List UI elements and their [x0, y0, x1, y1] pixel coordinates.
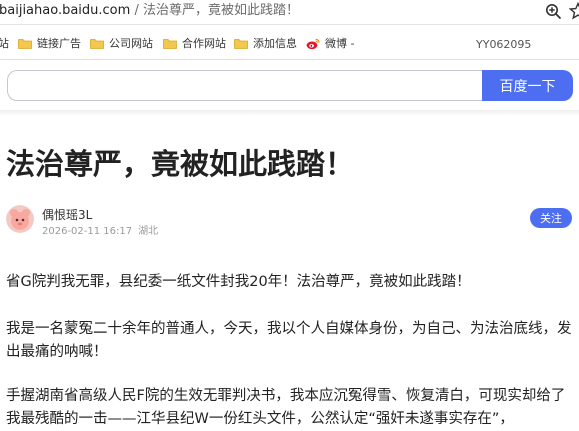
article-meta: 2026-02-11 16:17 湖北	[42, 222, 158, 237]
folder-icon	[18, 38, 32, 49]
search-input[interactable]	[7, 70, 483, 101]
author-name[interactable]: 偶恨瑶3L	[42, 206, 92, 223]
url-text[interactable]: baijiahao.baidu.com / 法治尊严，竟被如此践踏！	[0, 3, 299, 19]
bookmark-item[interactable]: 微博 -	[306, 35, 354, 51]
url-host: baijiahao.baidu.com	[0, 3, 131, 18]
star-icon[interactable]	[569, 2, 579, 20]
avatar-image	[6, 205, 34, 233]
bookmark-item[interactable]: 公司网站	[90, 35, 153, 51]
bookmark-label: 公司网站	[109, 37, 153, 50]
publish-datetime: 2026-02-11 16:17	[42, 226, 133, 237]
weibo-icon	[306, 38, 320, 49]
bookmarks-bar: 站 链接广告 公司网站 合作网站 添加信息 微博 - YY062095	[0, 25, 579, 60]
search-button[interactable]: 百度一下	[482, 70, 573, 101]
zoom-icon[interactable]	[545, 3, 562, 20]
bookmark-label: 链接广告	[37, 37, 81, 50]
article-paragraph: 手握湖南省高级人民F院的生效无罪判决书，我本应沉冤得雪、恢复清白，可现实却给了我…	[6, 388, 566, 427]
folder-icon	[90, 38, 104, 49]
bookmark-label: 站	[0, 37, 9, 50]
address-bar[interactable]: baijiahao.baidu.com / 法治尊严，竟被如此践踏！	[0, 0, 579, 25]
url-path: 法治尊严，竟被如此践踏！	[142, 3, 299, 18]
bookmark-label: 添加信息	[253, 37, 297, 50]
header-divider	[0, 110, 579, 116]
bookmark-item[interactable]: 合作网站	[163, 35, 226, 51]
folder-icon	[163, 38, 177, 49]
avatar[interactable]	[6, 205, 34, 233]
bookmark-item[interactable]: 站	[0, 35, 9, 51]
bookmark-label: 合作网站	[182, 37, 226, 50]
publish-region: 湖北	[138, 226, 159, 237]
follow-button[interactable]: 关注	[530, 208, 572, 228]
folder-icon	[234, 38, 248, 49]
article-title: 法治尊严，竟被如此践踏！	[6, 147, 355, 181]
url-separator: /	[134, 3, 139, 18]
article-paragraph: 我是一名蒙冤二十余年的普通人，今天，我以个人自媒体身份，为自己、为法治底线，发出…	[6, 321, 572, 360]
article-paragraph: 省G院判我无罪，县纪委一纸文件封我20年！法治尊严，竟被如此践踏！	[6, 274, 471, 290]
bookmarks-right-text: YY062095	[476, 38, 532, 51]
bookmark-label: 微博 -	[325, 37, 355, 50]
bookmark-item[interactable]: 添加信息	[234, 35, 297, 51]
bookmark-item[interactable]: 链接广告	[18, 35, 81, 51]
